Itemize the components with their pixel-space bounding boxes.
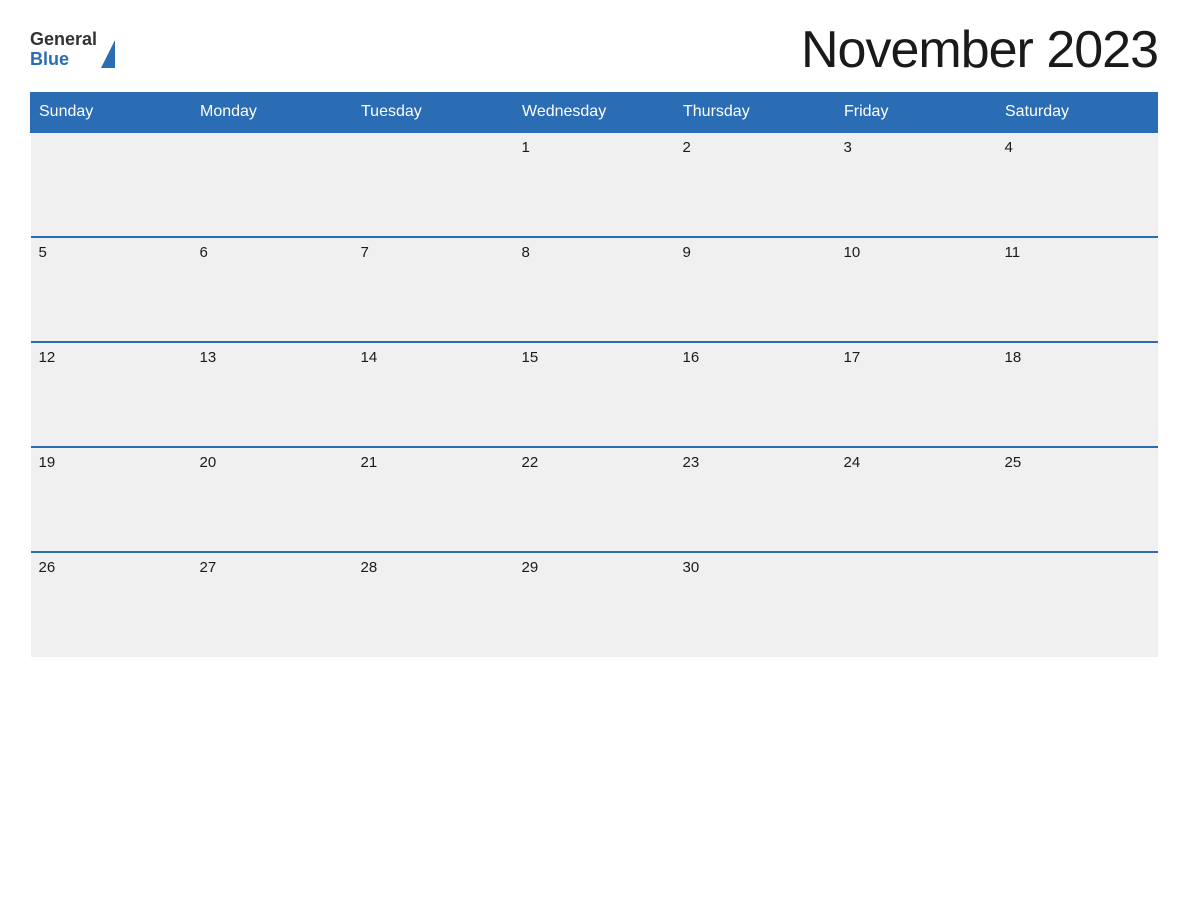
day-number: 6 [200,244,345,261]
day-number: 10 [844,244,989,261]
col-tuesday: Tuesday [353,93,514,133]
calendar-cell: 14 [353,342,514,447]
calendar-cell: 22 [514,447,675,552]
col-monday: Monday [192,93,353,133]
calendar-cell: 27 [192,552,353,657]
day-number: 29 [522,559,667,576]
logo-general: General [30,30,97,50]
calendar-cell: 18 [997,342,1158,447]
calendar-cell: 7 [353,237,514,342]
calendar-cell [997,552,1158,657]
day-number: 12 [39,349,184,366]
calendar-cell: 25 [997,447,1158,552]
day-number: 20 [200,454,345,471]
calendar-cell: 10 [836,237,997,342]
calendar-cell: 28 [353,552,514,657]
day-number: 8 [522,244,667,261]
calendar-week-row: 56789 10 11 [31,237,1158,342]
day-number: 25 [1005,454,1150,471]
page-header: General Blue November 2023 [30,20,1158,80]
calendar-cell [836,552,997,657]
day-number: 27 [200,559,345,576]
day-number: 9 [683,244,828,261]
day-number: 3 [844,139,989,156]
calendar-cell: 23 [675,447,836,552]
col-sunday: Sunday [31,93,192,133]
calendar-cell: 13 [192,342,353,447]
day-number: 4 [1005,139,1150,156]
day-number: 21 [361,454,506,471]
calendar-cell [353,132,514,237]
calendar-cell: 12 [31,342,192,447]
day-number: 30 [683,559,828,576]
calendar-cell: 29 [514,552,675,657]
calendar-cell: 2 [675,132,836,237]
calendar-header-row: Sunday Monday Tuesday Wednesday Thursday… [31,93,1158,133]
calendar-cell [31,132,192,237]
calendar-cell: 6 [192,237,353,342]
day-number: 1 [522,139,667,156]
calendar-cell: 3 [836,132,997,237]
calendar-cell: 26 [31,552,192,657]
logo: General Blue [30,30,115,70]
calendar-cell: 24 [836,447,997,552]
col-saturday: Saturday [997,93,1158,133]
day-number: 15 [522,349,667,366]
day-number: 17 [844,349,989,366]
calendar-cell: 11 [997,237,1158,342]
calendar-cell: 15 [514,342,675,447]
day-number: 19 [39,454,184,471]
calendar-cell: 21 [353,447,514,552]
day-number: 14 [361,349,506,366]
day-number: 2 [683,139,828,156]
calendar-cell: 9 [675,237,836,342]
calendar-cell [192,132,353,237]
calendar-week-row: 19 20 21 22 23 24 25 [31,447,1158,552]
day-number: 5 [39,244,184,261]
col-friday: Friday [836,93,997,133]
month-title: November 2023 [801,20,1158,80]
calendar-cell: 8 [514,237,675,342]
calendar-cell: 1 [514,132,675,237]
calendar-table: Sunday Monday Tuesday Wednesday Thursday… [30,92,1158,657]
day-number: 23 [683,454,828,471]
day-number: 13 [200,349,345,366]
day-number: 22 [522,454,667,471]
logo-blue: Blue [30,50,97,70]
day-number: 24 [844,454,989,471]
day-number: 26 [39,559,184,576]
day-number: 18 [1005,349,1150,366]
day-number: 16 [683,349,828,366]
day-number: 28 [361,559,506,576]
calendar-cell: 30 [675,552,836,657]
col-thursday: Thursday [675,93,836,133]
calendar-cell: 19 [31,447,192,552]
day-number: 11 [1005,244,1150,261]
calendar-week-row: 1234 [31,132,1158,237]
calendar-cell: 4 [997,132,1158,237]
day-number: 7 [361,244,506,261]
calendar-cell: 17 [836,342,997,447]
col-wednesday: Wednesday [514,93,675,133]
logo-text: General Blue [30,30,97,70]
calendar-week-row: 26 27 28 29 30 [31,552,1158,657]
calendar-cell: 20 [192,447,353,552]
calendar-cell: 16 [675,342,836,447]
calendar-cell: 5 [31,237,192,342]
logo-triangle-icon [101,40,115,68]
calendar-week-row: 12 13 14 15 16 17 18 [31,342,1158,447]
